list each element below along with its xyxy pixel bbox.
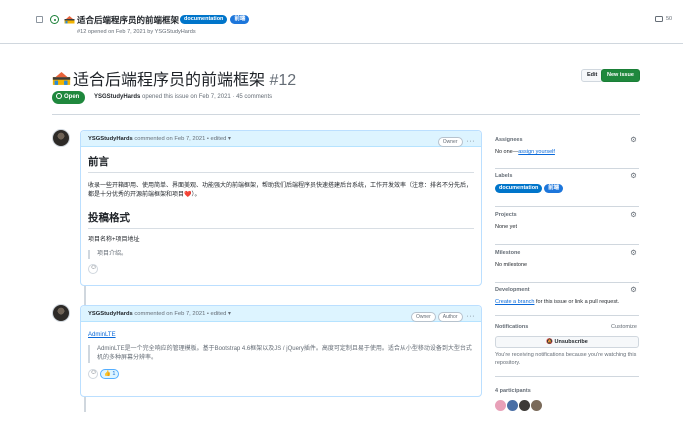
avatar[interactable] bbox=[52, 129, 70, 147]
comment-author[interactable]: YSGStudyHards bbox=[88, 311, 133, 317]
add-reaction-icon[interactable] bbox=[88, 369, 98, 379]
assignees-value: No one—assign yourself bbox=[495, 149, 555, 155]
comment-count[interactable]: 50 bbox=[666, 16, 672, 22]
sidebar-notifications: Notifications Customize 🔕 Unsubscribe You… bbox=[495, 324, 639, 377]
construction-emoji-icon-large bbox=[52, 71, 71, 85]
development-title[interactable]: Development ⚙ bbox=[495, 285, 639, 294]
labels-title[interactable]: Labels ⚙ bbox=[495, 171, 639, 180]
adminlte-link-wrap: AdminLTE bbox=[88, 332, 474, 338]
assign-yourself-link[interactable]: assign yourself bbox=[518, 149, 555, 155]
issue-title: 适合后端程序员的前端框架 #12 bbox=[73, 72, 297, 89]
sidebar-projects: Projects ⚙ None yet bbox=[495, 210, 639, 245]
owner-badge: Owner bbox=[411, 312, 436, 322]
participants-title: 4 participants bbox=[495, 388, 531, 394]
issue-list-subtitle: #12 opened on Feb 7, 2021 by YSGStudyHar… bbox=[77, 29, 196, 35]
development-value: Create a branch for this issue or link a… bbox=[495, 299, 620, 305]
sidebar-development: Development ⚙ Create a branch for this is… bbox=[495, 285, 639, 316]
reactions-bar bbox=[88, 264, 474, 276]
label-documentation[interactable]: documentation bbox=[180, 15, 228, 24]
issue-author-link[interactable]: YSGStudyHards bbox=[94, 94, 140, 100]
comment-2: YSGStudyHards commented on Feb 7, 2021 •… bbox=[80, 305, 482, 397]
assignees-title[interactable]: Assignees ⚙ bbox=[495, 135, 639, 144]
issue-open-icon bbox=[56, 93, 62, 99]
sidebar-label-list: documentation 前端 bbox=[495, 184, 639, 193]
label-documentation[interactable]: documentation bbox=[495, 184, 543, 193]
comment-body: 前言 收录一些开箱即用、使用简单、界面美观、功能强大的前端框架，帮助我们后端程序… bbox=[81, 154, 481, 276]
participant-avatars bbox=[495, 400, 639, 413]
comment-header: YSGStudyHards commented on Feb 7, 2021 •… bbox=[81, 306, 481, 322]
bell-slash-icon: 🔕 bbox=[546, 339, 553, 345]
comment-header: YSGStudyHards commented on Feb 7, 2021 •… bbox=[81, 131, 481, 147]
participant-avatar[interactable] bbox=[507, 400, 518, 411]
participant-avatar[interactable] bbox=[531, 400, 542, 411]
label-frontend[interactable]: 前端 bbox=[230, 15, 250, 24]
sidebar-milestone: Milestone ⚙ No milestone bbox=[495, 248, 639, 283]
unsubscribe-button[interactable]: 🔕 Unsubscribe bbox=[495, 336, 639, 348]
gear-icon[interactable]: ⚙ bbox=[630, 171, 637, 180]
gear-icon[interactable]: ⚙ bbox=[630, 248, 637, 257]
header-divider bbox=[52, 114, 640, 115]
avatar[interactable] bbox=[52, 304, 70, 322]
reactions-bar: 👍 1 bbox=[88, 369, 474, 381]
issue-state-badge: Open bbox=[52, 91, 86, 104]
kebab-menu-icon[interactable]: ··· bbox=[467, 134, 476, 150]
milestone-title[interactable]: Milestone ⚙ bbox=[495, 248, 639, 257]
milestone-value: No milestone bbox=[495, 262, 528, 268]
gear-icon[interactable]: ⚙ bbox=[630, 285, 637, 294]
author-badge: Author bbox=[437, 312, 463, 322]
kebab-menu-icon[interactable]: ··· bbox=[467, 309, 476, 325]
participant-avatar[interactable] bbox=[519, 400, 530, 411]
blockquote: 项目介绍。 bbox=[88, 250, 474, 259]
notifications-text: You're receiving notifications because y… bbox=[495, 352, 637, 366]
thumbs-up-reaction[interactable]: 👍 1 bbox=[100, 369, 120, 379]
add-reaction-icon[interactable] bbox=[88, 264, 98, 274]
comment-1: YSGStudyHards commented on Feb 7, 2021 •… bbox=[80, 130, 482, 286]
sidebar-labels: Labels ⚙ documentation 前端 bbox=[495, 171, 639, 207]
comment-badges: Owner Author ··· bbox=[409, 309, 475, 325]
select-checkbox[interactable] bbox=[36, 16, 43, 23]
customize-link[interactable]: Customize bbox=[611, 324, 637, 330]
comment-paragraph: 收录一些开箱即用、使用简单、界面美观、功能强大的前端框架，帮助我们后端程序员快速… bbox=[88, 183, 473, 198]
issue-number: #12 bbox=[269, 72, 297, 89]
comment-author[interactable]: YSGStudyHards bbox=[88, 136, 133, 142]
comment-badges: Owner ··· bbox=[436, 134, 475, 150]
issue-list-labels: documentation 前端 bbox=[180, 15, 252, 24]
new-issue-button[interactable]: New issue bbox=[601, 69, 640, 82]
comment-icon[interactable] bbox=[655, 16, 663, 22]
construction-emoji-icon bbox=[64, 16, 75, 24]
issue-meta: YSGStudyHards opened this issue on Feb 7… bbox=[94, 94, 273, 100]
adminlte-link[interactable]: AdminLTE bbox=[88, 332, 116, 338]
owner-badge: Owner bbox=[437, 137, 463, 147]
comment-body: AdminLTE AdminLTE是一个完全响应的管理模板。基于Bootstra… bbox=[81, 332, 481, 381]
sidebar-assignees: Assignees ⚙ No one—assign yourself bbox=[495, 135, 639, 169]
heading-preface: 前言 bbox=[88, 154, 474, 173]
projects-value: None yet bbox=[495, 224, 518, 230]
sidebar-participants: 4 participants bbox=[495, 388, 639, 413]
notifications-title: Notifications Customize bbox=[495, 324, 637, 330]
gear-icon[interactable]: ⚙ bbox=[630, 135, 637, 144]
participant-avatar[interactable] bbox=[495, 400, 506, 411]
blockquote: AdminLTE是一个完全响应的管理模板。基于Bootstrap 4.6框架以及… bbox=[88, 345, 474, 363]
gear-icon[interactable]: ⚙ bbox=[630, 210, 637, 219]
issue-list-title[interactable]: 适合后端程序员的前端框架 bbox=[77, 14, 179, 26]
format-line: 项目名称+项目地址 bbox=[88, 237, 140, 243]
label-frontend[interactable]: 前端 bbox=[544, 184, 564, 193]
create-branch-link[interactable]: Create a branch bbox=[495, 299, 534, 305]
issue-open-icon bbox=[50, 15, 59, 24]
heading-format: 投稿格式 bbox=[88, 210, 474, 229]
projects-title[interactable]: Projects ⚙ bbox=[495, 210, 639, 219]
